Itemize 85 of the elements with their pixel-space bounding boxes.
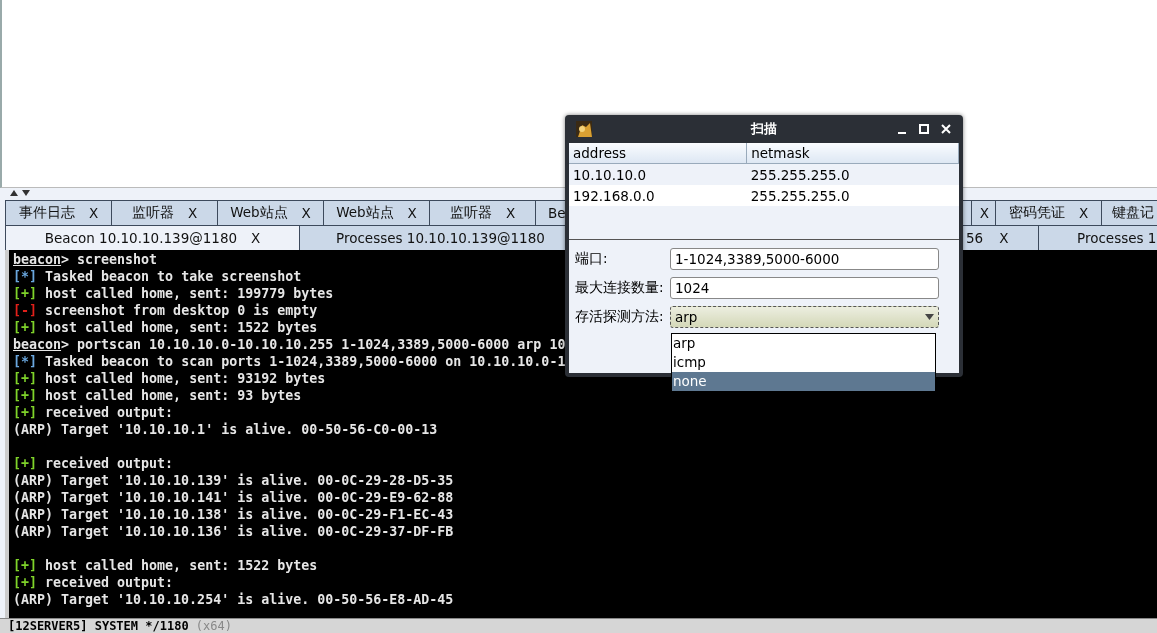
console-line: host called home, sent: 1522 bytes bbox=[44, 319, 318, 336]
tab-label: Processes 10.10.10.139@1180 bbox=[336, 230, 545, 246]
collapse-up-icon[interactable] bbox=[10, 190, 18, 196]
field-label: 存活探测方法: bbox=[575, 308, 665, 326]
tab-label: 56 bbox=[966, 230, 984, 246]
console-line: (ARP) Target '10.10.10.1' is alive. 00-50-56-C0-00-13 bbox=[13, 421, 438, 438]
session-info: [12SERVER5] SYSTEM */1180 bbox=[8, 619, 189, 633]
console-prompt: beacon> portscan 10.10.10.0-10.10.10.255 1-1024,3389,5000-6000 arp 10 bbox=[13, 336, 566, 353]
console-line: host called home, sent: 93 bytes bbox=[44, 387, 302, 404]
status-tag: [+] bbox=[13, 557, 38, 574]
caret-icon bbox=[925, 314, 934, 320]
tab-close-button[interactable]: X bbox=[88, 205, 99, 221]
table-cell: 192.168.0.0 bbox=[569, 185, 747, 206]
console-line: (ARP) Target '10.10.10.136' is alive. 00-0C-29-37-DF-FB bbox=[13, 523, 454, 540]
tab-label: Beacon 10.10.10.139@1180 bbox=[44, 230, 238, 246]
status-tag: [+] bbox=[13, 387, 38, 404]
console-line: host called home, sent: 1522 bytes bbox=[44, 557, 318, 574]
field-label: 最大连接数量: bbox=[575, 279, 665, 297]
tab-close-button[interactable]: X bbox=[251, 230, 261, 246]
table-cell: 10.10.10.0 bbox=[569, 163, 747, 185]
tab[interactable]: Web站点 X bbox=[323, 200, 430, 225]
status-tag: [+] bbox=[13, 285, 38, 302]
table-cell: 255.255.255.0 bbox=[746, 185, 959, 206]
tab-label: Web站点 bbox=[230, 204, 288, 222]
tab[interactable]: X bbox=[971, 200, 996, 225]
tab-label: Web站点 bbox=[336, 204, 394, 222]
console-line: Tasked beacon to scan ports 1-1024,3389,5000-6000 on 10.10.10.0-1 bbox=[44, 353, 566, 370]
tab-label: 监听器 bbox=[449, 204, 492, 222]
column-header[interactable]: netmask bbox=[746, 143, 959, 164]
tab-label: 事件日志 bbox=[18, 204, 75, 222]
status-tag: [+] bbox=[13, 370, 38, 387]
tab-close-button[interactable]: X bbox=[1078, 205, 1089, 221]
table-cell: 255.255.255.0 bbox=[746, 163, 959, 185]
console-line: host called home, sent: 93192 bytes bbox=[44, 370, 326, 387]
dropdown-option[interactable]: icmp bbox=[672, 353, 935, 372]
tab[interactable]: Web站点 X bbox=[217, 200, 324, 225]
app-icon bbox=[576, 121, 592, 137]
console-line: (ARP) Target '10.10.10.138' is alive. 00-0C-29-F1-EC-43 bbox=[13, 506, 454, 523]
console-line: (ARP) Target '10.10.10.141' is alive. 00-0C-29-E9-62-88 bbox=[13, 489, 454, 506]
console-line: Tasked beacon to take screenshot bbox=[44, 268, 302, 285]
console-line: received output: bbox=[44, 404, 174, 421]
console-line: (ARP) Target '10.10.10.254' is alive. 00-50-56-E8-AD-45 bbox=[13, 591, 454, 608]
tab-label: 监听器 bbox=[131, 204, 174, 222]
tab[interactable]: 监听器 X bbox=[429, 200, 536, 225]
collapse-down-icon[interactable] bbox=[22, 190, 30, 196]
dropdown-option[interactable]: arp bbox=[672, 334, 935, 353]
console-prompt: beacon> screenshot bbox=[13, 251, 158, 268]
console-line: host called home, sent: 199779 bytes bbox=[44, 285, 334, 302]
tab-close-button[interactable]: X bbox=[187, 205, 198, 221]
status-tag: [*] bbox=[13, 353, 38, 370]
dropdown[interactable]: arp bbox=[670, 306, 939, 328]
tab-close-button[interactable]: X bbox=[301, 205, 311, 221]
tab[interactable]: 密码凭证 X bbox=[995, 200, 1102, 225]
status-tag: [*] bbox=[13, 268, 38, 285]
tab-close-button[interactable]: X bbox=[505, 205, 516, 221]
tab[interactable]: Processes 1 bbox=[1038, 225, 1157, 250]
input-field[interactable]: 1024 bbox=[670, 277, 939, 299]
maximize-icon[interactable] bbox=[919, 124, 929, 134]
tab[interactable]: 事件日志 X bbox=[5, 200, 112, 225]
tab-label: Be bbox=[548, 205, 566, 221]
console-line: screenshot from desktop 0 is empty bbox=[44, 302, 318, 319]
tab[interactable]: 键盘记 bbox=[1101, 200, 1157, 225]
dropdown-option[interactable]: none bbox=[672, 372, 935, 391]
status-tag: [+] bbox=[13, 574, 38, 591]
status-tag: [+] bbox=[13, 455, 38, 472]
tab-close-button[interactable]: X bbox=[999, 230, 1009, 246]
field-label: 端口: bbox=[575, 250, 609, 268]
tab[interactable]: 监听器 X bbox=[111, 200, 218, 225]
close-icon[interactable] bbox=[941, 124, 951, 134]
status-tag: [-] bbox=[13, 302, 38, 319]
tab-close-button[interactable]: X bbox=[407, 205, 417, 221]
input-field[interactable]: 1-1024,3389,5000-6000 bbox=[670, 248, 939, 270]
column-header[interactable]: address bbox=[569, 143, 747, 164]
tab-label: 键盘记 bbox=[1112, 204, 1154, 222]
console-line: received output: bbox=[44, 455, 174, 472]
tab-label: 密码凭证 bbox=[1008, 204, 1065, 222]
tab[interactable]: Beacon 10.10.10.139@1180 X bbox=[5, 225, 300, 250]
console-line: received output: bbox=[44, 574, 174, 591]
tab-close-button[interactable]: X bbox=[979, 205, 989, 221]
status-tag: [+] bbox=[13, 319, 38, 336]
arch-label: (x64) bbox=[195, 619, 232, 633]
status-tag: [+] bbox=[13, 404, 38, 421]
tab-label: Processes 1 bbox=[1077, 230, 1157, 246]
dialog-title: 扫描 bbox=[751, 121, 777, 136]
console-line: (ARP) Target '10.10.10.139' is alive. 00-0C-29-28-D5-35 bbox=[13, 472, 454, 489]
